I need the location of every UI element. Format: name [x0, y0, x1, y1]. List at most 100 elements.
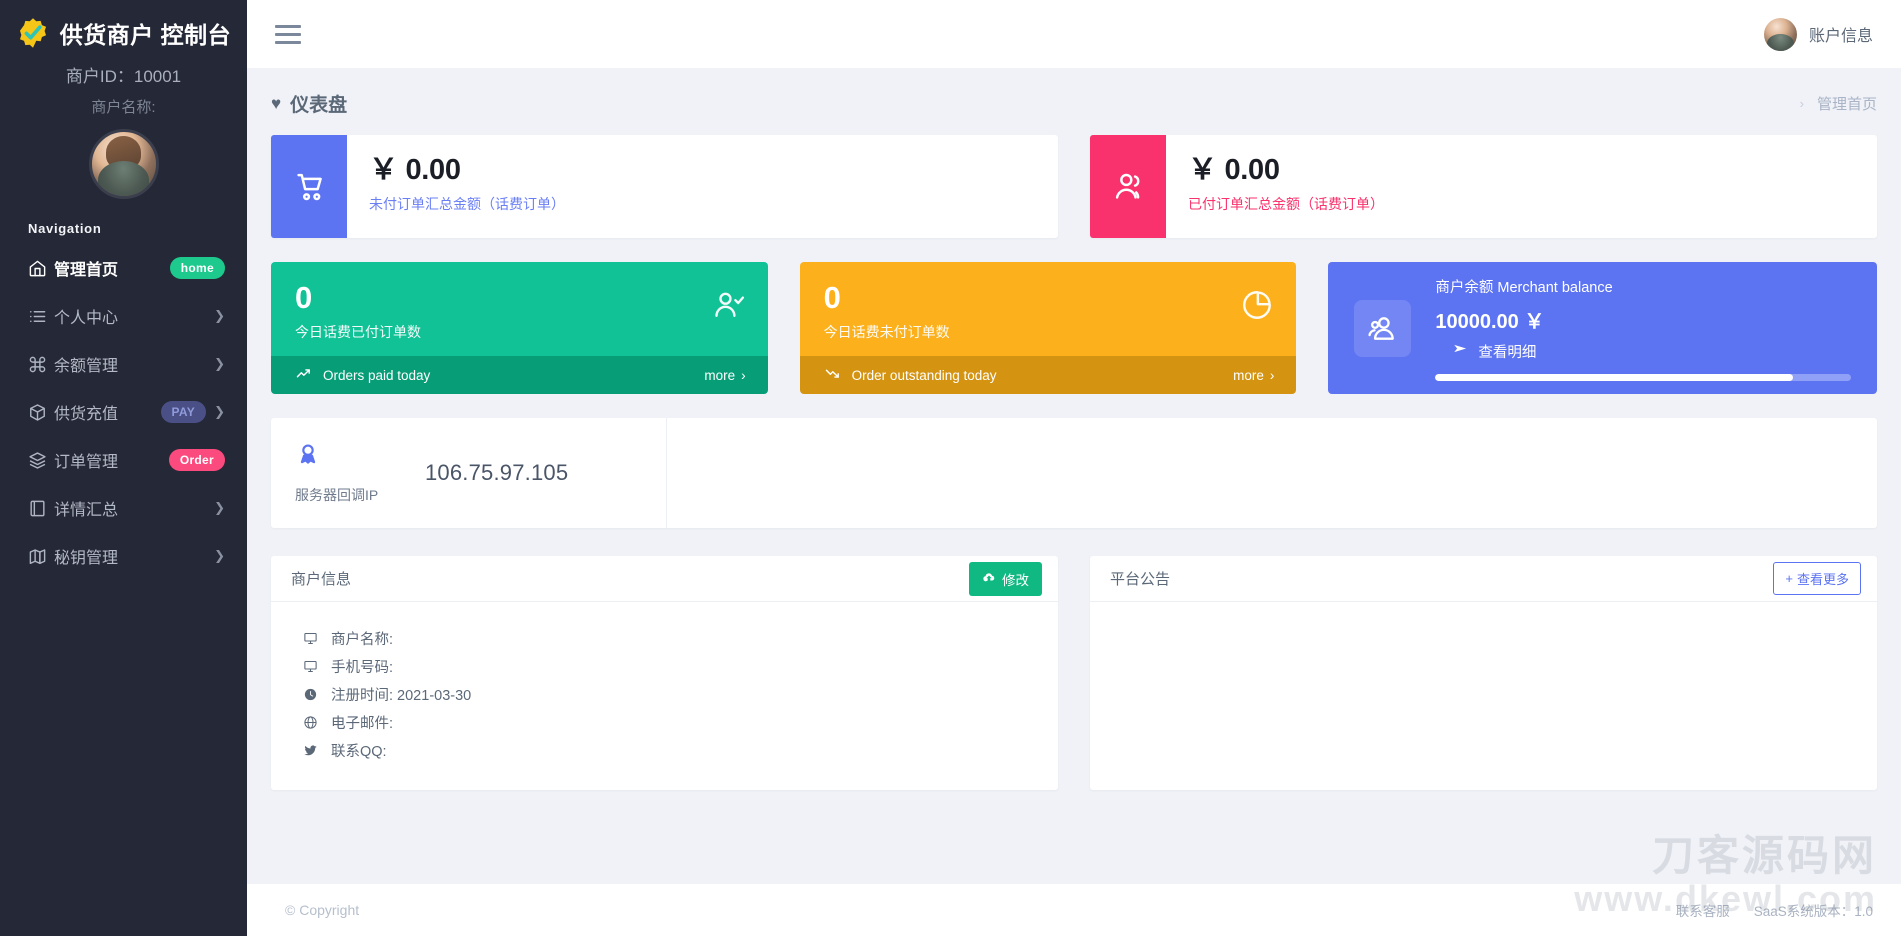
- layers-icon: [28, 451, 54, 470]
- sidebar-item-personal-center[interactable]: 个人中心 ❯: [0, 292, 247, 340]
- chevron-right-icon: ›: [1269, 367, 1275, 383]
- monitor-icon: [303, 659, 319, 674]
- sidebar-item-label: 个人中心: [54, 310, 119, 327]
- balance-progress-fill: [1435, 373, 1793, 381]
- callback-ip-label: 服务器回调IP: [295, 486, 379, 503]
- contact-support-link[interactable]: 联系客服: [1676, 900, 1730, 920]
- sidebar-badge-pay: PAY: [160, 401, 207, 423]
- orders-paid-today-foot-label: Orders paid today: [323, 367, 431, 383]
- content: ♥ 仪表盘 › 管理首页 ￥ 0.00 未付订单汇总金额（话费订单） ￥ 0.0…: [247, 68, 1901, 884]
- sidebar-item-details[interactable]: 详情汇总 ❯: [0, 484, 247, 532]
- award-icon: [295, 443, 321, 472]
- orders-outstanding-today-tile[interactable]: 0 今日话费未付订单数 Order outstanding today more…: [799, 262, 1297, 394]
- merchant-balance-label: 商户余额 Merchant balance: [1435, 279, 1613, 296]
- heart-icon: ♥: [271, 93, 282, 113]
- sidebar-item-label: 订单管理: [54, 454, 119, 471]
- sidebar-item-orders[interactable]: 订单管理 Order: [0, 436, 247, 484]
- page-head: ♥ 仪表盘 › 管理首页: [271, 90, 1877, 117]
- tiles-row: 0 今日话费已付订单数 Orders paid today more › 0 今…: [271, 262, 1878, 394]
- orders-outstanding-today-caption: 今日话费未付订单数: [823, 324, 950, 340]
- box-icon: [28, 403, 54, 422]
- view-more-button[interactable]: + 查看更多: [1773, 562, 1861, 595]
- edit-button[interactable]: 修改: [969, 561, 1042, 596]
- book-icon: [28, 499, 54, 518]
- page-title: ♥ 仪表盘: [271, 90, 347, 117]
- brand[interactable]: 供货商户 控制台: [0, 0, 247, 54]
- info-row-text: 联系QQ:: [331, 743, 387, 760]
- footer-right: 联系客服 SaaS系统版本：1.0: [1676, 900, 1873, 920]
- merchant-info-panel: 商户信息 修改 商户名称: 手机号码: 注册时间: 2021-03-30 电子邮…: [271, 556, 1058, 790]
- sidebar-item-home[interactable]: 管理首页 home: [0, 244, 247, 292]
- sidebar-nav: 管理首页 home 个人中心 ❯ 余额管理 ❯ 供货充值 PAY ❯ 订单管理 …: [0, 244, 247, 580]
- orders-paid-today-value: 0: [295, 280, 313, 315]
- orders-paid-today-more[interactable]: more ›: [704, 368, 745, 383]
- paid-amount-value: ￥ 0.00: [1188, 154, 1280, 186]
- merchant-balance-info: 商户余额 Merchant balance 10000.00 ￥ 查看明细: [1435, 276, 1852, 381]
- plus-icon: +: [1785, 571, 1793, 586]
- monitor-icon: [303, 631, 319, 646]
- page-title-text: 仪表盘: [290, 95, 348, 116]
- map-icon: [28, 547, 54, 566]
- sidebar-item-recharge[interactable]: 供货充值 PAY ❯: [0, 388, 247, 436]
- cloud-upload-icon: [982, 570, 996, 587]
- chevron-right-icon: ❯: [214, 404, 225, 419]
- view-details-link[interactable]: 查看明细: [1435, 341, 1851, 362]
- clock-icon: [303, 687, 319, 702]
- main-area: 账户信息 ♥ 仪表盘 › 管理首页 ￥ 0.00 未付订单汇总金额（话费订单） …: [247, 0, 1901, 936]
- hamburger-icon[interactable]: [271, 19, 305, 50]
- bottom-panels: 商户信息 修改 商户名称: 手机号码: 注册时间: 2021-03-30 电子邮…: [271, 556, 1877, 790]
- announcement-panel: 平台公告 + 查看更多: [1090, 556, 1877, 790]
- breadcrumb-current[interactable]: 管理首页: [1817, 93, 1877, 114]
- orders-paid-today-foot[interactable]: Orders paid today more ›: [271, 356, 768, 394]
- announcement-body: [1090, 602, 1877, 745]
- orders-outstanding-today-more[interactable]: more ›: [1233, 368, 1274, 383]
- info-row-text: 手机号码:: [331, 659, 394, 676]
- edit-button-label: 修改: [1002, 572, 1029, 588]
- info-row-text: 注册时间: 2021-03-30: [331, 687, 472, 704]
- avatar[interactable]: [88, 129, 159, 199]
- account-menu[interactable]: 账户信息: [1763, 17, 1873, 51]
- sidebar-item-keys[interactable]: 秘钥管理 ❯: [0, 532, 247, 580]
- chevron-right-icon: ❯: [214, 500, 225, 515]
- merchant-id: 商户ID：10001: [65, 67, 182, 86]
- info-row: 联系QQ:: [271, 736, 1058, 764]
- badge-check-icon: [16, 16, 50, 50]
- command-icon: [28, 355, 54, 374]
- unpaid-amount-card[interactable]: ￥ 0.00 未付订单汇总金额（话费订单）: [271, 135, 1058, 238]
- paid-amount-body: ￥ 0.00 已付订单汇总金额（话费订单）: [1166, 135, 1384, 238]
- breadcrumb: › 管理首页: [1800, 93, 1877, 114]
- unpaid-amount-caption: 未付订单汇总金额（话费订单）: [369, 196, 565, 213]
- info-row-text: 商户名称:: [331, 631, 394, 648]
- more-label: more: [704, 367, 736, 383]
- brand-title: 供货商户 控制台: [59, 22, 232, 48]
- view-details-label: 查看明细: [1478, 344, 1537, 361]
- version-label: SaaS系统版本：1.0: [1753, 904, 1873, 919]
- twitter-icon: [303, 743, 319, 758]
- orders-paid-today-foot-left: Orders paid today: [295, 365, 430, 385]
- merchant-info-body: 商户名称: 手机号码: 注册时间: 2021-03-30 电子邮件: 联系QQ:: [271, 602, 1058, 790]
- list-icon: [28, 307, 54, 326]
- topbar: 账户信息: [247, 0, 1901, 68]
- orders-outstanding-today-foot[interactable]: Order outstanding today more ›: [799, 356, 1297, 394]
- announcement-head: 平台公告 + 查看更多: [1090, 556, 1877, 602]
- sidebar-badge-home: home: [169, 257, 225, 279]
- user-avatar: [1763, 17, 1797, 51]
- orders-outstanding-today-foot-left: Order outstanding today: [824, 365, 997, 385]
- orders-paid-today-caption: 今日话费已付订单数: [295, 324, 421, 340]
- callback-ip-left: 服务器回调IP: [295, 442, 425, 505]
- chevron-right-icon: ❯: [214, 308, 225, 323]
- chevron-right-icon: ❯: [214, 548, 225, 563]
- app-root: 供货商户 控制台 商户ID：10001 商户名称: Navigation 管理首…: [0, 0, 1901, 936]
- merchant-info-title: 商户信息: [291, 571, 352, 588]
- orders-paid-today-tile[interactable]: 0 今日话费已付订单数 Orders paid today more ›: [271, 262, 768, 394]
- sidebar-item-label: 秘钥管理: [54, 550, 119, 567]
- unpaid-amount-value: ￥ 0.00: [369, 154, 461, 186]
- sidebar-item-label: 管理首页: [54, 262, 119, 279]
- trend-up-icon: [295, 365, 312, 385]
- chevron-right-icon: ›: [1799, 96, 1804, 111]
- user-check-icon: [712, 288, 746, 327]
- paid-amount-card[interactable]: ￥ 0.00 已付订单汇总金额（话费订单）: [1090, 135, 1877, 238]
- globe-icon: [303, 715, 319, 730]
- sidebar-item-balance[interactable]: 余额管理 ❯: [0, 340, 247, 388]
- merchant-balance-card[interactable]: 商户余额 Merchant balance 10000.00 ￥ 查看明细: [1328, 262, 1878, 394]
